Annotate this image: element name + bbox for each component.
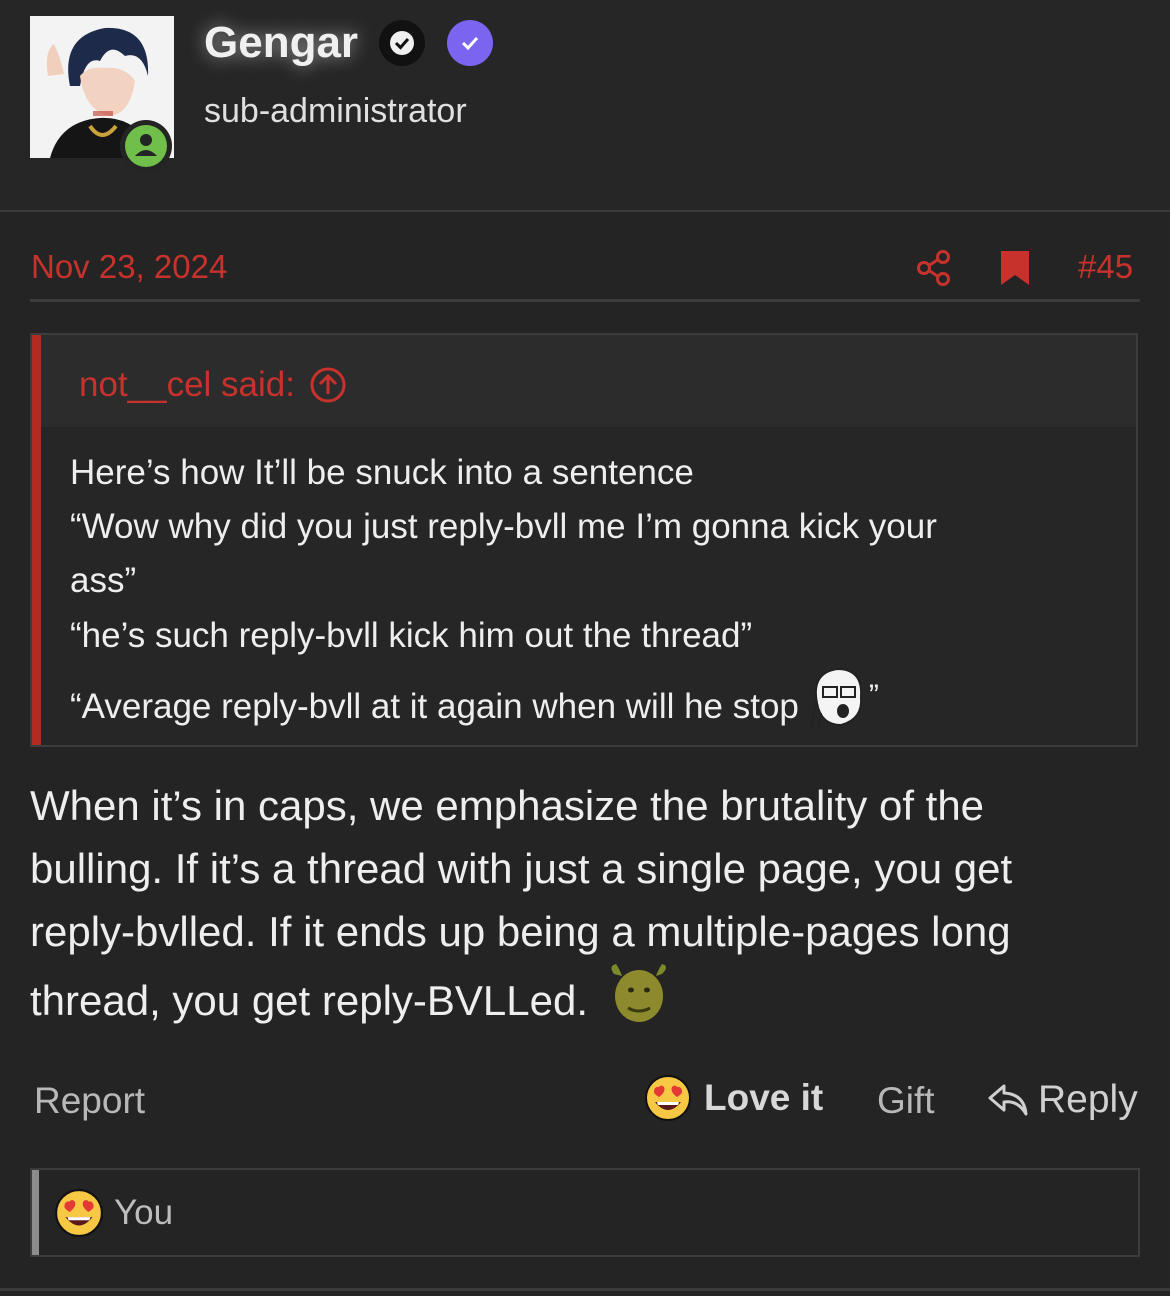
share-icon[interactable] [914, 248, 954, 288]
quote-line: “he’s such reply-bvll kick him out the t… [70, 616, 753, 655]
user-online-icon [125, 125, 167, 167]
reactions-bar[interactable]: You [30, 1168, 1140, 1257]
shrek-emoji [611, 964, 667, 1022]
checkmark-icon [390, 31, 414, 55]
user-title: sub-administrator [204, 92, 467, 130]
quote-line-with-emoji: “Average reply-bvll at it again when wil… [70, 667, 879, 729]
verified-badge-black [379, 20, 425, 66]
header-divider [0, 210, 1170, 212]
quote-author-link[interactable]: not__cel said: [79, 365, 347, 405]
checkmark-icon [461, 36, 479, 51]
heart-eyes-emoji [55, 1189, 103, 1237]
report-button[interactable]: Report [34, 1080, 145, 1122]
quote-header: not__cel said: [41, 335, 1136, 427]
reaction-user-label: You [114, 1193, 174, 1232]
quote-accent-bar [32, 335, 41, 745]
quote-close-mark: ” [868, 679, 879, 712]
reply-icon [988, 1084, 1028, 1116]
post-date[interactable]: Nov 23, 2024 [31, 248, 227, 286]
post-number-link[interactable]: #45 [1078, 248, 1133, 286]
gift-button[interactable]: Gift [877, 1080, 935, 1122]
post-body-text: thread, you get reply-BVLLed. [30, 977, 589, 1024]
arrow-up-circle-icon[interactable] [309, 366, 347, 404]
soyjak-emoji [809, 667, 863, 728]
quote-block: not__cel said: Here’s how It’ll be snuck… [30, 333, 1138, 747]
reply-button[interactable]: Reply [986, 1078, 1138, 1122]
reaction-list-item[interactable]: You [54, 1188, 173, 1238]
quote-line-text: “Average reply-bvll at it again when wil… [70, 687, 799, 726]
post-body-line: bulling. If it’s a thread with just a si… [30, 845, 1013, 892]
post-body-line-with-emoji: thread, you get reply-BVLLed. [30, 964, 672, 1026]
quote-author-label: not__cel said: [79, 365, 295, 404]
quote-line: ass” [70, 561, 137, 600]
post-body-line: When it’s in caps, we emphasize the brut… [30, 782, 985, 829]
post-body-line: reply-bvlled. If it ends up being a mult… [30, 908, 1011, 955]
love-it-button[interactable]: Love it [644, 1074, 823, 1122]
bookmark-icon[interactable] [998, 249, 1032, 287]
username[interactable]: Gengar [204, 18, 358, 68]
reply-label: Reply [1038, 1078, 1138, 1121]
quote-line: “Wow why did you just reply-bvll me I’m … [70, 507, 937, 546]
reactions-accent-bar [32, 1170, 39, 1255]
verified-badge-purple [447, 20, 493, 66]
heart-eyes-emoji [645, 1075, 691, 1121]
love-it-label: Love it [704, 1077, 824, 1118]
quote-line: Here’s how It’ll be snuck into a sentenc… [70, 453, 694, 492]
online-status-badge [120, 120, 172, 172]
post-header [0, 0, 1170, 212]
bottom-divider [0, 1288, 1170, 1291]
meta-divider [30, 299, 1140, 302]
